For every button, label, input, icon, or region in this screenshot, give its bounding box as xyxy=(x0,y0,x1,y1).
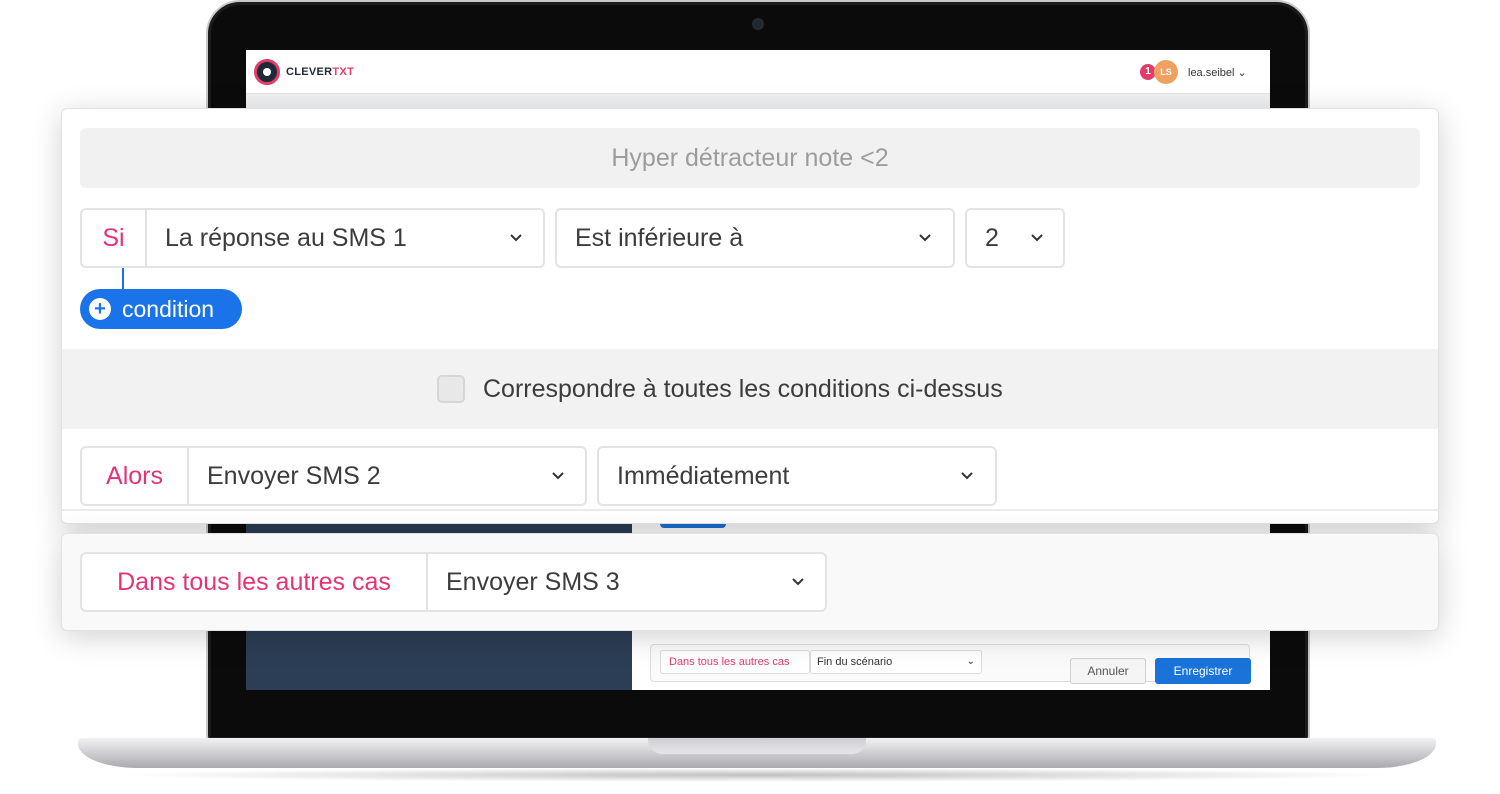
rule-card: Hyper détracteur note <2 Si La réponse a… xyxy=(61,108,1439,524)
else-action-value: Envoyer SMS 3 xyxy=(446,568,620,596)
background-else-label: Dans tous les autres cas xyxy=(660,650,810,674)
add-condition-button[interactable]: + condition xyxy=(80,289,242,329)
then-action-group: Alors Envoyer SMS 2 xyxy=(80,446,587,506)
chevron-down-icon xyxy=(552,472,564,480)
background-else-select-value: Fin du scénario xyxy=(817,656,893,668)
chevron-down-icon xyxy=(510,234,522,242)
laptop-shadow xyxy=(110,768,1404,782)
chevron-down-icon xyxy=(1031,234,1043,242)
condition-value-select[interactable]: 2 xyxy=(965,208,1065,268)
logo-text-main: CLEVER xyxy=(286,66,333,78)
then-action-value: Envoyer SMS 2 xyxy=(207,462,381,490)
cancel-button[interactable]: Annuler xyxy=(1070,658,1146,684)
save-button[interactable]: Enregistrer xyxy=(1155,658,1251,684)
plus-icon: + xyxy=(89,298,111,320)
else-label: Dans tous les autres cas xyxy=(82,554,428,610)
add-condition-label: condition xyxy=(122,296,215,322)
divider xyxy=(62,509,1438,511)
app-header: CLEVERTXT 1 LS lea.seibel ⌄ xyxy=(246,50,1270,94)
else-card: Dans tous les autres cas Envoyer SMS 3 xyxy=(61,533,1439,631)
else-action-select[interactable]: Envoyer SMS 3 xyxy=(428,554,825,610)
background-else-select[interactable]: Fin du scénario ⌄ xyxy=(810,650,982,674)
else-action-group: Dans tous les autres cas Envoyer SMS 3 xyxy=(80,552,827,612)
then-label: Alors xyxy=(82,448,189,504)
condition-field-group: Si La réponse au SMS 1 xyxy=(80,208,545,268)
if-label: Si xyxy=(82,210,147,266)
condition-field-value: La réponse au SMS 1 xyxy=(165,224,407,252)
chevron-down-icon xyxy=(792,578,804,586)
laptop-notch xyxy=(648,738,866,754)
match-all-label: Correspondre à toutes les conditions ci-… xyxy=(483,375,1003,403)
condition-operator-select[interactable]: Est inférieure à xyxy=(555,208,955,268)
condition-operator-value: Est inférieure à xyxy=(575,224,744,252)
chevron-down-icon xyxy=(919,234,931,242)
condition-field-select[interactable]: La réponse au SMS 1 xyxy=(147,210,543,266)
app-logo[interactable]: CLEVERTXT xyxy=(286,66,354,78)
logo-icon xyxy=(254,59,280,85)
camera-icon xyxy=(752,18,764,30)
condition-value: 2 xyxy=(985,224,999,252)
rule-name-field[interactable]: Hyper détracteur note <2 xyxy=(80,128,1420,188)
then-timing-select[interactable]: Immédiatement xyxy=(597,446,997,506)
chevron-down-icon xyxy=(961,472,973,480)
chevron-down-icon: ⌄ xyxy=(966,656,975,667)
then-timing-value: Immédiatement xyxy=(617,462,790,490)
avatar[interactable]: LS xyxy=(1154,60,1178,84)
match-all-checkbox[interactable] xyxy=(437,375,465,403)
then-action-select[interactable]: Envoyer SMS 2 xyxy=(189,448,585,504)
logo-text-accent: TXT xyxy=(332,66,355,78)
match-all-band: Correspondre à toutes les conditions ci-… xyxy=(62,349,1438,429)
user-menu[interactable]: lea.seibel ⌄ xyxy=(1188,66,1247,79)
